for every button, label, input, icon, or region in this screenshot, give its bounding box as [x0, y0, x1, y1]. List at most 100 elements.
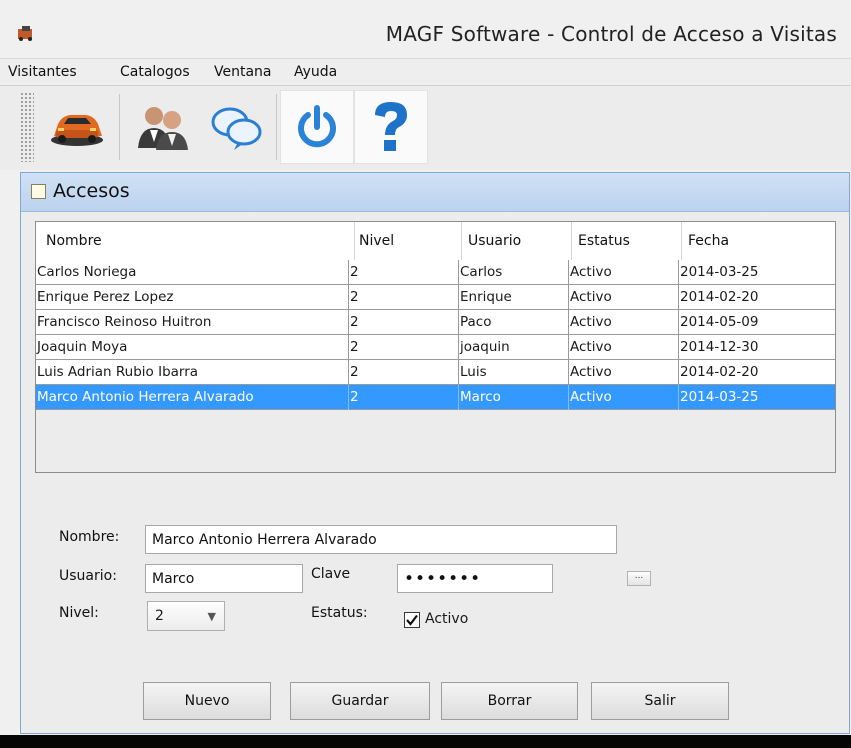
cell-nombre: Marco Antonio Herrera Alvarado: [37, 389, 254, 405]
cell-estatus: Activo: [570, 339, 612, 355]
menu-visitantes[interactable]: Visitantes: [8, 64, 77, 80]
accesos-frame: Accesos Nombre Nivel Usuario Estatus Fec…: [20, 172, 850, 734]
col-header-nombre[interactable]: Nombre: [46, 233, 102, 249]
cell-divider: [568, 285, 569, 310]
cell-fecha: 2014-03-25: [680, 264, 759, 280]
cell-divider: [678, 335, 679, 360]
usuario-label: Usuario:: [59, 568, 117, 584]
cell-estatus: Activo: [570, 314, 612, 330]
activo-checkbox[interactable]: [404, 612, 420, 628]
chevron-down-icon: ▼: [207, 610, 216, 623]
cell-divider: [678, 285, 679, 310]
cell-estatus: Activo: [570, 389, 612, 405]
cell-divider: [568, 385, 569, 410]
cell-divider: [348, 360, 349, 385]
guardar-button[interactable]: Guardar: [290, 682, 430, 720]
help-button[interactable]: [354, 90, 428, 164]
cell-nivel: 2: [350, 389, 359, 405]
cell-divider: [348, 285, 349, 310]
frame-title: Accesos: [53, 180, 130, 202]
cell-divider: [568, 260, 569, 285]
power-button[interactable]: [280, 90, 354, 164]
col-header-nivel[interactable]: Nivel: [359, 233, 394, 249]
cell-divider: [348, 260, 349, 285]
table-row[interactable]: Joaquin Moya 2 joaquin Activo 2014-12-30: [36, 335, 835, 360]
cell-divider: [678, 310, 679, 335]
nuevo-button[interactable]: Nuevo: [143, 682, 271, 720]
usuario-field[interactable]: Marco: [145, 564, 303, 593]
frame-titlebar[interactable]: Accesos: [21, 173, 849, 212]
cell-nombre: Luis Adrian Rubio Ibarra: [37, 364, 199, 380]
cell-fecha: 2014-05-09: [680, 314, 759, 330]
desktop-background-strip: [0, 735, 851, 748]
browse-button[interactable]: ...: [627, 571, 651, 586]
cell-divider: [568, 310, 569, 335]
cell-nivel: 2: [350, 339, 359, 355]
menu-ayuda[interactable]: Ayuda: [294, 64, 337, 80]
cell-estatus: Activo: [570, 289, 612, 305]
toolbar-separator: [276, 94, 277, 160]
col-header-usuario[interactable]: Usuario: [468, 233, 521, 249]
nivel-label: Nivel:: [59, 605, 99, 621]
cell-estatus: Activo: [570, 264, 612, 280]
cell-divider: [568, 335, 569, 360]
cell-usuario: joaquin: [460, 339, 510, 355]
toolbar-separator: [119, 94, 120, 160]
table-row[interactable]: Enrique Perez Lopez 2 Enrique Activo 2014-02…: [36, 285, 835, 310]
borrar-button[interactable]: Borrar: [441, 682, 578, 720]
clave-field[interactable]: •••••••: [397, 564, 553, 593]
cell-divider: [458, 260, 459, 285]
estatus-label: Estatus:: [311, 605, 368, 621]
cell-usuario: Luis: [460, 364, 487, 380]
cell-nivel: 2: [350, 264, 359, 280]
nombre-field[interactable]: Marco Antonio Herrera Alvarado: [145, 525, 617, 554]
cell-divider: [678, 385, 679, 410]
table-row[interactable]: Luis Adrian Rubio Ibarra 2 Luis Activo 2014-…: [36, 360, 835, 385]
cell-divider: [348, 335, 349, 360]
nivel-select[interactable]: 2 ▼: [147, 601, 225, 631]
accesos-table: Nombre Nivel Usuario Estatus Fecha Carlo…: [35, 221, 836, 473]
car-button[interactable]: [40, 90, 114, 164]
users-button[interactable]: [126, 90, 200, 164]
salir-button[interactable]: Salir: [591, 682, 729, 720]
col-divider[interactable]: [354, 222, 355, 260]
menu-ventana[interactable]: Ventana: [214, 64, 272, 80]
activo-label[interactable]: Activo: [425, 611, 468, 627]
cell-fecha: 2014-03-25: [680, 389, 759, 405]
cell-usuario: Carlos: [460, 264, 503, 280]
cell-nombre: Joaquin Moya: [37, 339, 128, 355]
app-icon: [18, 26, 32, 41]
col-divider[interactable]: [571, 222, 572, 260]
nivel-select-value: 2: [155, 608, 164, 624]
cell-divider: [458, 310, 459, 335]
nombre-label: Nombre:: [59, 529, 120, 545]
table-header: Nombre Nivel Usuario Estatus Fecha: [36, 222, 835, 261]
chat-bubbles-icon: [211, 107, 262, 150]
col-header-estatus[interactable]: Estatus: [578, 233, 630, 249]
cell-nivel: 2: [350, 314, 359, 330]
menu-bar: Visitantes Catalogos Ventana Ayuda: [0, 59, 851, 86]
cell-divider: [568, 360, 569, 385]
cell-divider: [678, 360, 679, 385]
menu-catalogos[interactable]: Catalogos: [120, 64, 190, 80]
chat-button[interactable]: [200, 90, 274, 164]
cell-nombre: Enrique Perez Lopez: [37, 289, 174, 305]
table-row[interactable]: Carlos Noriega 2 Carlos Activo 2014-03-25: [36, 260, 835, 285]
users-icon: [138, 107, 188, 150]
cell-nombre: Francisco Reinoso Huitron: [37, 314, 212, 330]
cell-divider: [458, 335, 459, 360]
toolbar-grip[interactable]: [20, 92, 34, 162]
cell-usuario: Enrique: [460, 289, 512, 305]
cell-divider: [458, 360, 459, 385]
clave-label: Clave: [311, 566, 351, 582]
cell-divider: [678, 260, 679, 285]
col-divider[interactable]: [461, 222, 462, 260]
table-row[interactable]: Marco Antonio Herrera Alvarado 2 Marco Acti…: [36, 385, 835, 410]
cell-fecha: 2014-12-30: [680, 339, 759, 355]
cell-usuario: Paco: [460, 314, 492, 330]
table-row[interactable]: Francisco Reinoso Huitron 2 Paco Activo 2014…: [36, 310, 835, 335]
cell-divider: [348, 385, 349, 410]
col-header-fecha[interactable]: Fecha: [688, 233, 729, 249]
cell-fecha: 2014-02-20: [680, 289, 759, 305]
col-divider[interactable]: [681, 222, 682, 260]
